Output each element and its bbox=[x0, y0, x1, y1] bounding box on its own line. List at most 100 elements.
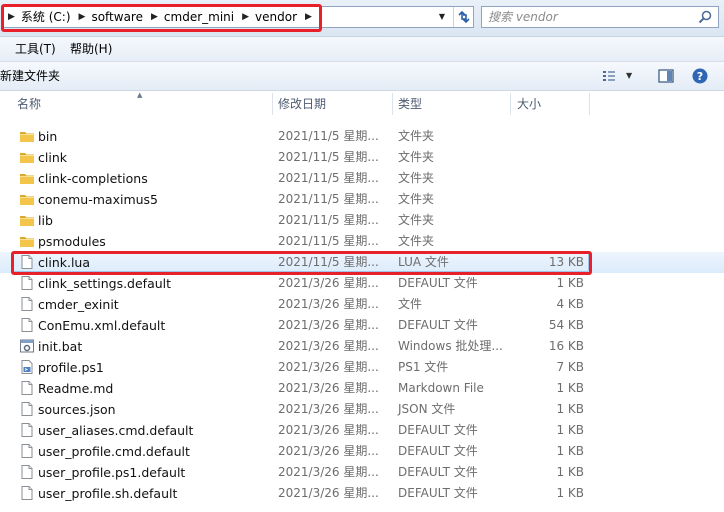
file-row[interactable]: profile.ps1 2021/3/26 星期... PS1 文件 7 KB bbox=[0, 357, 724, 378]
address-history-dropdown-icon[interactable]: ▼ bbox=[435, 8, 449, 26]
file-name[interactable]: profile.ps1 bbox=[38, 357, 104, 378]
view-options-dropdown-icon[interactable]: ▼ bbox=[626, 68, 632, 84]
file-name[interactable]: clink bbox=[38, 147, 67, 168]
file-name[interactable]: ConEmu.xml.default bbox=[38, 315, 165, 336]
file-type: DEFAULT 文件 bbox=[398, 465, 478, 479]
file-icon bbox=[19, 317, 35, 333]
file-type: DEFAULT 文件 bbox=[398, 444, 478, 458]
breadcrumb: ▶ 系统 (C:) ▶ software ▶ cmder_mini ▶ vend… bbox=[3, 7, 316, 27]
file-name[interactable]: bin bbox=[38, 126, 57, 147]
column-type[interactable]: 类型 bbox=[394, 91, 510, 117]
preview-pane-icon[interactable] bbox=[657, 67, 675, 85]
folder-row[interactable]: clink 2021/11/5 星期... 文件夹 bbox=[0, 147, 724, 168]
refresh-icon bbox=[458, 10, 470, 24]
breadcrumb-arrow-icon[interactable]: ▶ bbox=[300, 7, 316, 27]
column-divider[interactable] bbox=[589, 93, 590, 115]
breadcrumb-arrow-icon[interactable]: ▶ bbox=[74, 7, 90, 27]
folder-icon bbox=[19, 170, 35, 186]
file-name[interactable]: clink-completions bbox=[38, 168, 148, 189]
file-row[interactable]: user_profile.cmd.default 2021/3/26 星期... D… bbox=[0, 441, 724, 462]
file-size: 1 KB bbox=[556, 465, 584, 479]
folder-row[interactable]: lib 2021/11/5 星期... 文件夹 bbox=[0, 210, 724, 231]
column-divider[interactable] bbox=[272, 93, 273, 115]
file-icon bbox=[19, 464, 35, 480]
help-icon[interactable]: ? bbox=[691, 67, 709, 85]
menu-tools[interactable]: 工具(T) bbox=[15, 41, 56, 57]
file-name[interactable]: lib bbox=[38, 210, 53, 231]
file-modified-date: 2021/3/26 星期... bbox=[278, 465, 379, 479]
file-type: Markdown File bbox=[398, 381, 484, 395]
breadcrumb-root-arrow-icon[interactable]: ▶ bbox=[3, 7, 19, 27]
column-divider[interactable] bbox=[510, 93, 511, 115]
file-row[interactable]: user_aliases.cmd.default 2021/3/26 星期... D… bbox=[0, 420, 724, 441]
change-view-icon[interactable] bbox=[601, 68, 617, 84]
file-name[interactable]: clink.lua bbox=[38, 252, 90, 273]
file-row[interactable]: clink_settings.default 2021/3/26 星期... DEF… bbox=[0, 273, 724, 294]
file-modified-date: 2021/3/26 星期... bbox=[278, 360, 379, 374]
file-name[interactable]: user_profile.sh.default bbox=[38, 483, 177, 504]
file-modified-date: 2021/11/5 星期... bbox=[278, 234, 379, 248]
file-name[interactable]: cmder_exinit bbox=[38, 294, 119, 315]
file-modified-date: 2021/11/5 星期... bbox=[278, 192, 379, 206]
column-date[interactable]: 修改日期 bbox=[274, 91, 392, 117]
file-row[interactable]: init.bat 2021/3/26 星期... Windows 批处理... 16 … bbox=[0, 336, 724, 357]
file-row[interactable]: cmder_exinit 2021/3/26 星期... 文件 4 KB bbox=[0, 294, 724, 315]
new-folder-button[interactable]: 新建文件夹 bbox=[0, 68, 60, 84]
folder-icon bbox=[19, 191, 35, 207]
file-type: Windows 批处理... bbox=[398, 339, 503, 353]
file-name[interactable]: conemu-maximus5 bbox=[38, 189, 158, 210]
command-bar: 新建文件夹 ▼ ? bbox=[0, 62, 724, 91]
breadcrumb-item-software[interactable]: software bbox=[89, 7, 146, 27]
search-input[interactable] bbox=[488, 9, 688, 25]
menu-help[interactable]: 帮助(H) bbox=[70, 41, 112, 57]
breadcrumb-item-cmder-mini[interactable]: cmder_mini bbox=[162, 7, 237, 27]
address-bar[interactable]: ▶ 系统 (C:) ▶ software ▶ cmder_mini ▶ vend… bbox=[2, 6, 474, 28]
folder-row[interactable]: conemu-maximus5 2021/11/5 星期... 文件夹 bbox=[0, 189, 724, 210]
file-type: DEFAULT 文件 bbox=[398, 276, 478, 290]
column-size[interactable]: 大小 bbox=[513, 91, 589, 117]
file-name[interactable]: user_profile.cmd.default bbox=[38, 441, 190, 462]
svg-text:?: ? bbox=[697, 70, 703, 83]
folder-row[interactable]: bin 2021/11/5 星期... 文件夹 bbox=[0, 126, 724, 147]
folder-row[interactable]: psmodules 2021/11/5 星期... 文件夹 bbox=[0, 231, 724, 252]
file-size: 1 KB bbox=[556, 381, 584, 395]
breadcrumb-arrow-icon[interactable]: ▶ bbox=[146, 7, 162, 27]
file-size: 7 KB bbox=[556, 360, 584, 374]
search-box[interactable] bbox=[481, 6, 719, 28]
file-type: 文件夹 bbox=[398, 171, 435, 185]
file-row[interactable]: Readme.md 2021/3/26 星期... Markdown File 1 K… bbox=[0, 378, 724, 399]
file-size: 16 KB bbox=[548, 339, 584, 353]
file-icon bbox=[19, 485, 35, 501]
file-type: 文件夹 bbox=[398, 192, 435, 206]
file-row[interactable]: clink.lua 2021/11/5 星期... LUA 文件 13 KB bbox=[0, 252, 724, 273]
column-divider[interactable] bbox=[392, 93, 393, 115]
file-name[interactable]: user_profile.ps1.default bbox=[38, 462, 185, 483]
file-modified-date: 2021/3/26 星期... bbox=[278, 381, 379, 395]
file-icon bbox=[19, 254, 35, 270]
file-modified-date: 2021/3/26 星期... bbox=[278, 339, 379, 353]
file-name[interactable]: psmodules bbox=[38, 231, 106, 252]
file-type: JSON 文件 bbox=[398, 402, 456, 416]
file-name[interactable]: user_aliases.cmd.default bbox=[38, 420, 193, 441]
file-name[interactable]: sources.json bbox=[38, 399, 116, 420]
file-icon bbox=[19, 422, 35, 438]
breadcrumb-item-drive[interactable]: 系统 (C:) bbox=[19, 7, 74, 27]
menu-bar: 工具(T) 帮助(H) bbox=[0, 37, 724, 62]
file-name[interactable]: clink_settings.default bbox=[38, 273, 171, 294]
file-size: 4 KB bbox=[556, 297, 584, 311]
folder-row[interactable]: clink-completions 2021/11/5 星期... 文件夹 bbox=[0, 168, 724, 189]
file-icon bbox=[19, 443, 35, 459]
file-row[interactable]: user_profile.ps1.default 2021/3/26 星期... D… bbox=[0, 462, 724, 483]
file-row[interactable]: user_profile.sh.default 2021/3/26 星期... DE… bbox=[0, 483, 724, 504]
file-type: DEFAULT 文件 bbox=[398, 423, 478, 437]
breadcrumb-arrow-icon[interactable]: ▶ bbox=[237, 7, 253, 27]
file-row[interactable]: ConEmu.xml.default 2021/3/26 星期... DEFAULT… bbox=[0, 315, 724, 336]
file-name[interactable]: Readme.md bbox=[38, 378, 113, 399]
file-type: 文件夹 bbox=[398, 150, 435, 164]
refresh-button[interactable] bbox=[453, 7, 474, 27]
file-row[interactable]: sources.json 2021/3/26 星期... JSON 文件 1 KB bbox=[0, 399, 724, 420]
search-icon[interactable] bbox=[697, 9, 713, 25]
breadcrumb-item-vendor[interactable]: vendor bbox=[253, 7, 300, 27]
file-name[interactable]: init.bat bbox=[38, 336, 82, 357]
file-modified-date: 2021/3/26 星期... bbox=[278, 486, 379, 500]
